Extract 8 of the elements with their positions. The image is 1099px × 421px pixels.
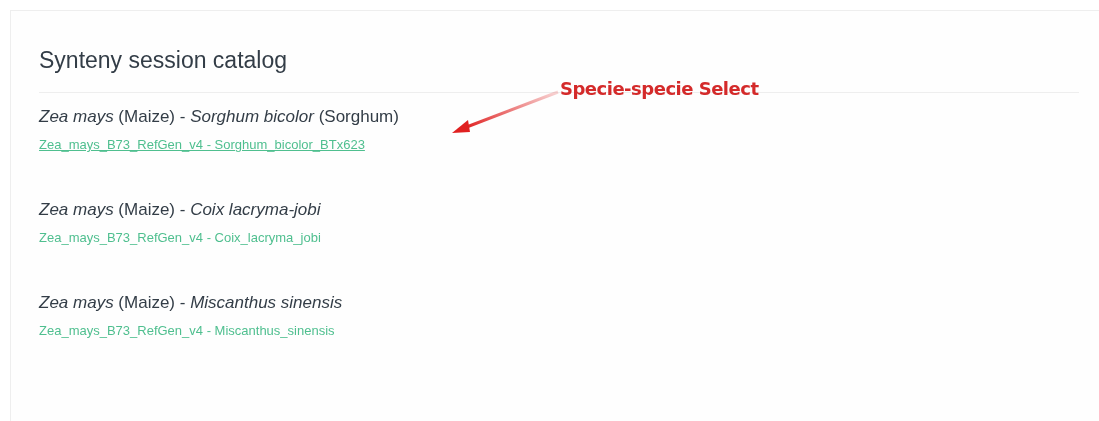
session-link[interactable]: Zea_mays_B73_RefGen_v4 - Sorghum_bicolor_BTx623 — [39, 137, 365, 152]
session-link[interactable]: Zea_mays_B73_RefGen_v4 - Coix_lacryma_jobi — [39, 230, 321, 245]
page-title: Synteny session catalog — [39, 47, 289, 74]
session-title: Zea mays (Maize) - Coix lacryma-jobi — [39, 200, 321, 220]
session-title: Zea mays (Maize) - Sorghum bicolor (Sorghum) — [39, 107, 399, 127]
session-link[interactable]: Zea_mays_B73_RefGen_v4 - Miscanthus_sinensis — [39, 323, 335, 338]
annotation-label: Specie-specie Select — [560, 78, 759, 99]
session-title: Zea mays (Maize) - Miscanthus sinensis — [39, 293, 343, 313]
